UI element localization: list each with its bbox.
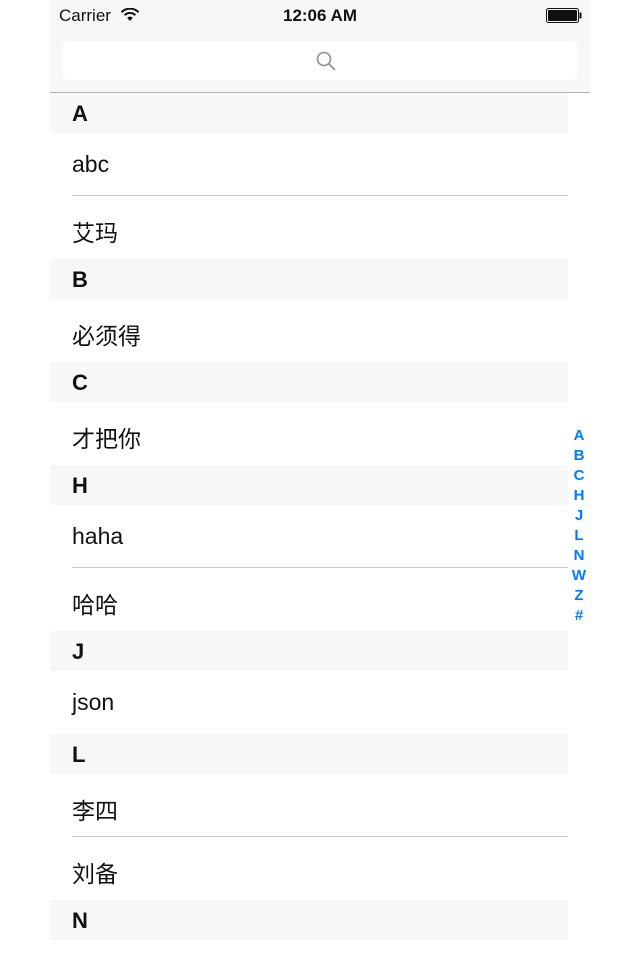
section-header-l: L <box>50 734 568 774</box>
list-item-label: 才把你 <box>72 426 141 452</box>
list-item-label: abc <box>72 151 110 177</box>
list-item[interactable]: 必须得 <box>50 299 568 362</box>
contacts-screen: Carrier 12:06 AM A abc 艾玛 B 必须得 C 才把你 H … <box>0 0 640 960</box>
list-item-label: 哈哈 <box>72 592 118 618</box>
index-item-a[interactable]: A <box>568 426 590 446</box>
list-item-label: 李四 <box>72 798 118 824</box>
section-header-label: L <box>72 742 86 767</box>
section-header-n: N <box>50 900 568 940</box>
search-bar[interactable] <box>62 41 578 80</box>
index-item-b[interactable]: B <box>568 446 590 466</box>
list-item[interactable]: 艾玛 <box>50 196 568 259</box>
section-header-label: A <box>72 101 88 126</box>
section-index-bar[interactable]: A B C H J L N W Z # <box>568 426 590 626</box>
list-item[interactable]: abc <box>50 133 568 196</box>
index-item-z[interactable]: Z <box>568 586 590 606</box>
section-header-b: B <box>50 259 568 299</box>
list-item[interactable]: json <box>50 671 568 734</box>
list-item[interactable]: 刘备 <box>50 837 568 900</box>
navigation-area: Carrier 12:06 AM <box>50 0 590 93</box>
index-item-j[interactable]: J <box>568 506 590 526</box>
section-header-a: A <box>50 93 568 133</box>
list-item[interactable]: haha <box>50 505 568 568</box>
index-item-n[interactable]: N <box>568 546 590 566</box>
section-header-label: N <box>72 908 88 933</box>
index-item-h[interactable]: H <box>568 486 590 506</box>
section-header-j: J <box>50 631 568 671</box>
search-icon <box>316 51 336 71</box>
battery-icon <box>546 8 582 23</box>
list-item-label: json <box>72 689 115 715</box>
section-header-label: B <box>72 267 88 292</box>
status-bar: Carrier 12:06 AM <box>50 0 590 30</box>
index-item-c[interactable]: C <box>568 466 590 486</box>
index-item-l[interactable]: L <box>568 526 590 546</box>
list-item-label: 必须得 <box>72 323 141 349</box>
list-item-label: 刘备 <box>72 861 118 887</box>
contact-list: A abc 艾玛 B 必须得 C 才把你 H haha 哈哈 J json L … <box>50 93 568 940</box>
list-item-label: 艾玛 <box>72 220 118 246</box>
section-header-label: C <box>72 370 88 395</box>
section-header-h: H <box>50 465 568 505</box>
list-item[interactable]: 才把你 <box>50 402 568 465</box>
list-item[interactable]: 哈哈 <box>50 568 568 631</box>
section-header-c: C <box>50 362 568 402</box>
status-time: 12:06 AM <box>282 6 357 25</box>
list-item[interactable]: 李四 <box>50 774 568 837</box>
index-item-w[interactable]: W <box>568 566 590 586</box>
section-header-label: H <box>72 473 88 498</box>
list-item-label: haha <box>72 523 124 549</box>
section-header-label: J <box>72 639 85 664</box>
index-item-hash[interactable]: # <box>568 606 590 626</box>
